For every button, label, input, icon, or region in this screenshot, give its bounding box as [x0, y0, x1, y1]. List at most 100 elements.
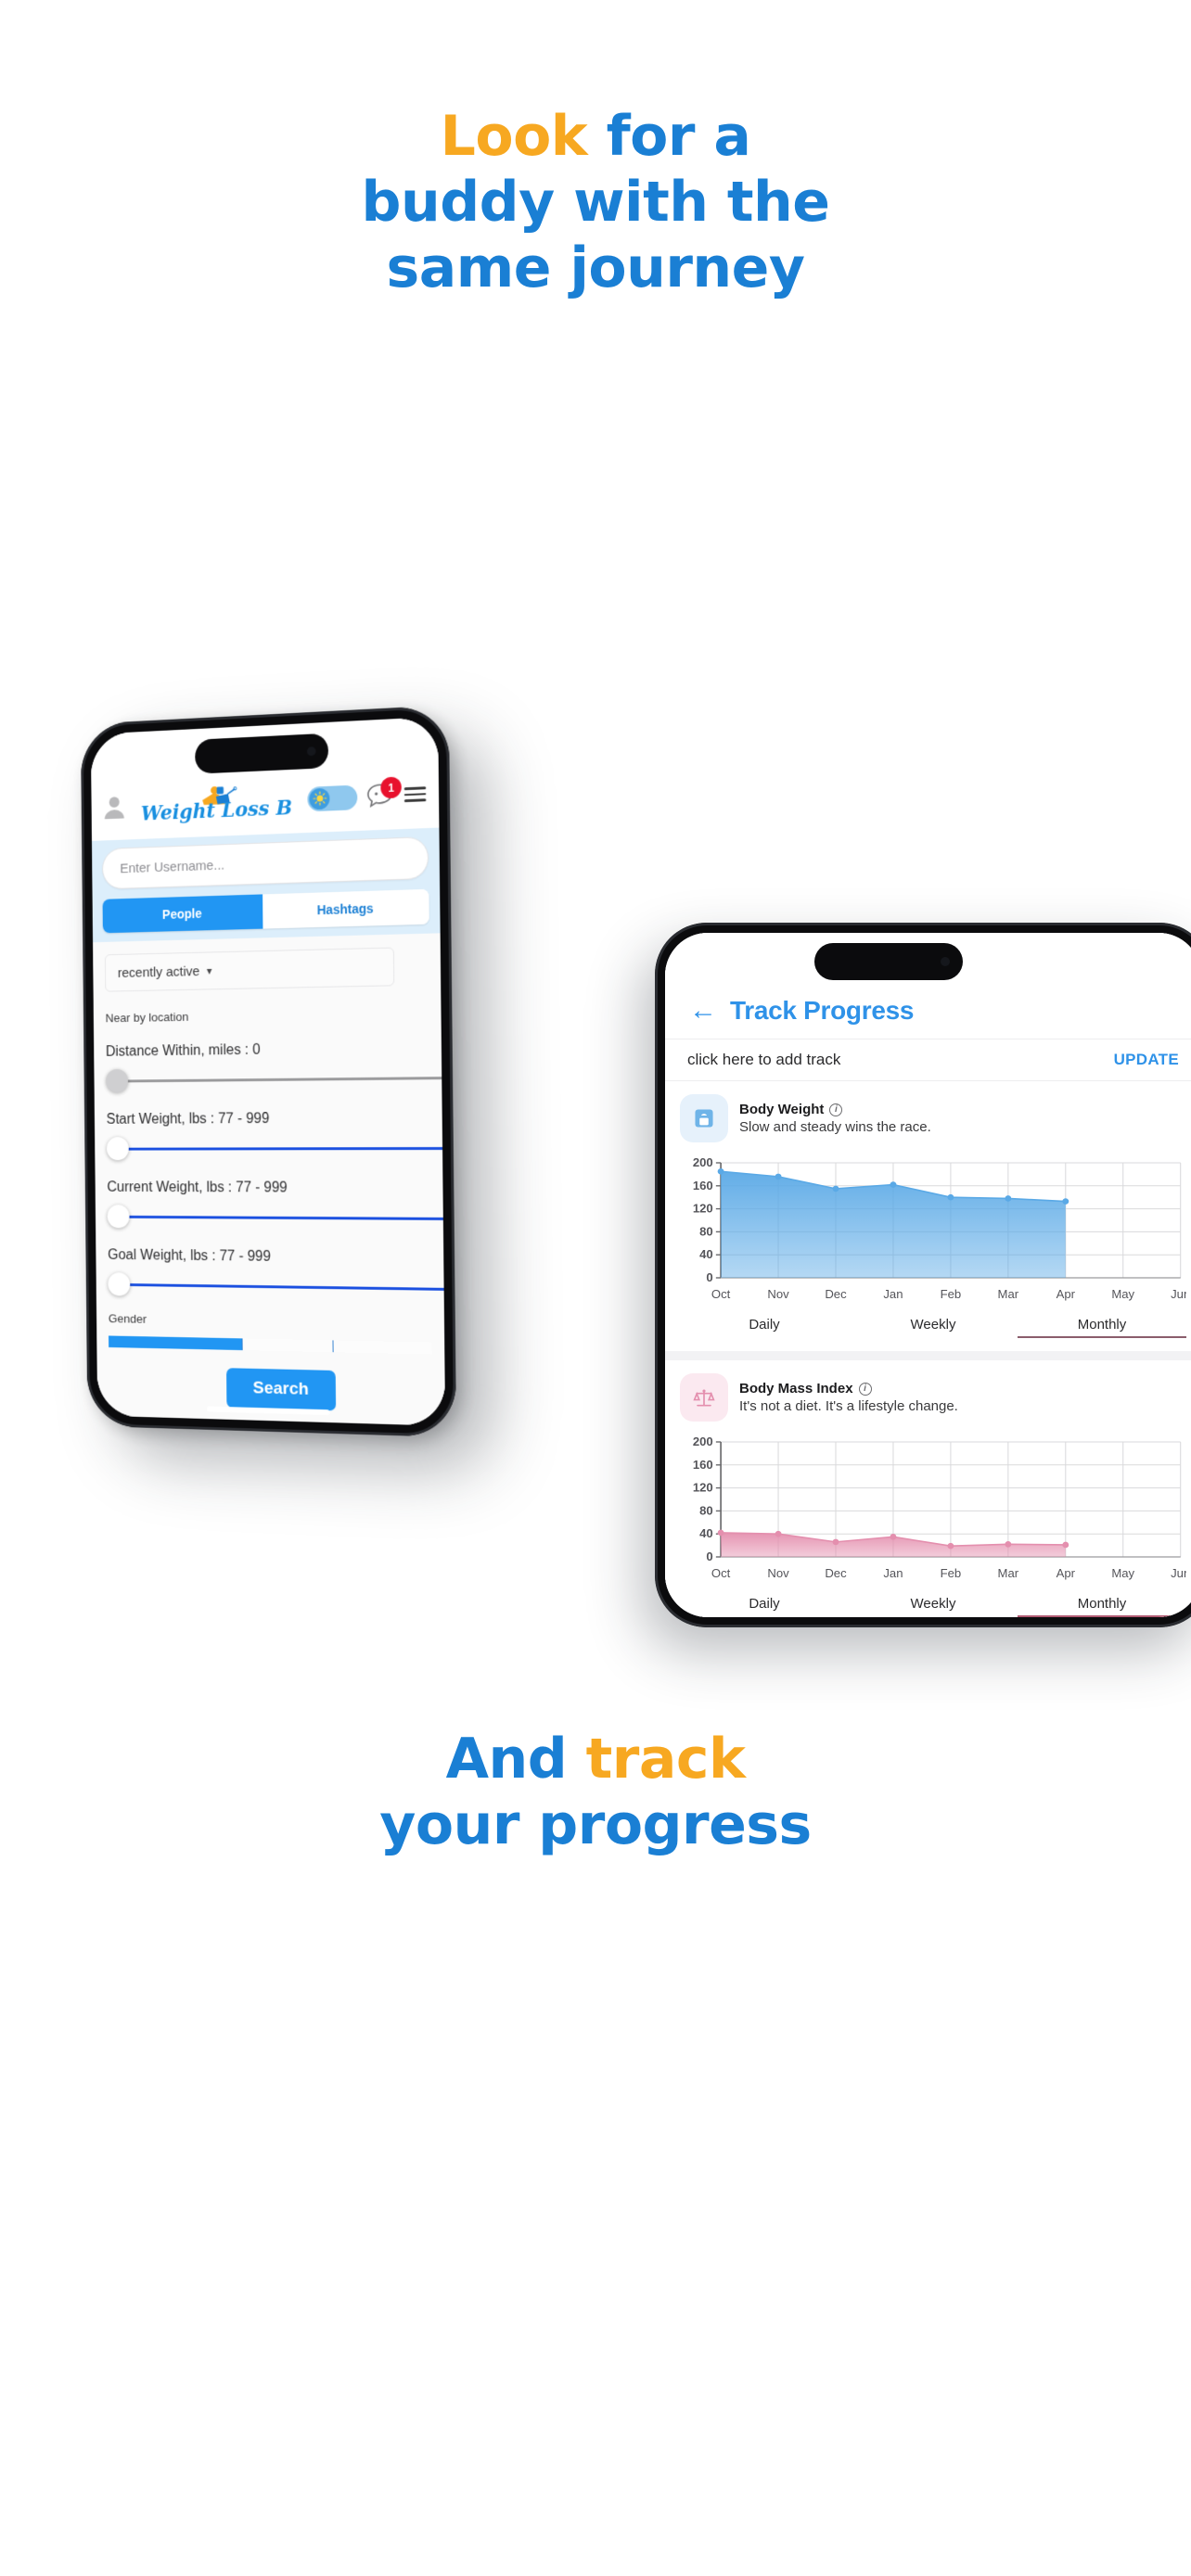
tab-daily[interactable]: Daily	[680, 1317, 849, 1338]
tab-weekly[interactable]: Weekly	[849, 1317, 1018, 1338]
headline-top: Look for a buddy with the same journey	[0, 104, 1191, 300]
card-header: Body Weight i Slow and steady wins the r…	[680, 1094, 1186, 1142]
card-title: Body Mass Index	[739, 1381, 853, 1396]
headline-top-accent: Look	[440, 104, 588, 169]
phone-side-button	[80, 874, 83, 906]
front-camera	[941, 957, 950, 966]
tab-daily[interactable]: Daily	[680, 1596, 849, 1617]
svg-text:Feb: Feb	[941, 1566, 962, 1580]
svg-text:Jun: Jun	[1171, 1287, 1186, 1301]
username-search-input[interactable]: Enter Username...	[101, 835, 429, 890]
sort-select[interactable]: recently active ▾	[104, 947, 395, 992]
svg-text:Dec: Dec	[825, 1287, 847, 1301]
svg-text:160: 160	[693, 1458, 713, 1472]
svg-text:Nov: Nov	[767, 1566, 789, 1580]
slider-thumb[interactable]	[106, 1068, 129, 1093]
svg-text:Apr: Apr	[1057, 1287, 1076, 1301]
filter-label-distance: Distance Within, miles : 0	[105, 1041, 261, 1060]
tab-hashtags[interactable]: Hashtags	[263, 888, 429, 929]
svg-text:80: 80	[699, 1504, 713, 1518]
svg-text:Apr: Apr	[1057, 1566, 1076, 1580]
svg-text:200: 200	[693, 1435, 713, 1448]
svg-text:May: May	[1111, 1566, 1134, 1580]
search-button[interactable]: Search	[226, 1368, 336, 1411]
phone-notch	[195, 733, 329, 774]
add-track-bar: click here to add track UPDATE	[665, 1039, 1191, 1081]
search-app: Weight Loss Buddy 1 Enter Username... Pe…	[90, 716, 446, 1426]
headline-bottom: And track your progress	[0, 1727, 1191, 1858]
filter-label-goal-weight: Goal Weight, lbs : 77 - 999	[108, 1247, 271, 1265]
headline-top-line2: buddy with the	[361, 169, 830, 235]
search-button-row: Search	[109, 1347, 432, 1426]
slider-thumb[interactable]	[108, 1272, 131, 1296]
tab-monthly[interactable]: Monthly	[1018, 1596, 1186, 1617]
card-subtitle: Slow and steady wins the race.	[739, 1119, 931, 1135]
track-cards-scroll[interactable]: Body Weight i Slow and steady wins the r…	[665, 1081, 1191, 1617]
svg-text:Mar: Mar	[998, 1566, 1019, 1580]
headline-top-line3: same journey	[386, 235, 805, 300]
add-track-label[interactable]: click here to add track	[687, 1051, 840, 1069]
messages-button[interactable]: 1	[366, 776, 402, 810]
front-camera	[306, 746, 316, 757]
phone-volume-down	[80, 992, 85, 1044]
card-title: Body Weight	[739, 1102, 825, 1117]
slider-track	[116, 1282, 446, 1291]
card-body-weight: Body Weight i Slow and steady wins the r…	[665, 1081, 1191, 1351]
card-body-mass-index: Body Mass Index i It's not a diet. It's …	[665, 1360, 1191, 1617]
theme-toggle[interactable]	[307, 784, 358, 811]
svg-text:Oct: Oct	[711, 1566, 731, 1580]
svg-text:40: 40	[699, 1247, 713, 1261]
page-title: Track Progress	[730, 996, 915, 1025]
svg-text:Jun: Jun	[1171, 1566, 1186, 1580]
back-arrow-icon[interactable]: ←	[689, 997, 717, 1025]
filter-label-start-weight: Start Weight, lbs : 77 - 999	[106, 1111, 270, 1128]
info-icon[interactable]: i	[829, 1103, 843, 1116]
svg-text:Oct: Oct	[711, 1287, 731, 1301]
app-header: Weight Loss Buddy 1	[90, 716, 440, 841]
headline-bottom-accent: track	[585, 1727, 746, 1792]
svg-text:May: May	[1111, 1287, 1134, 1301]
tab-monthly[interactable]: Monthly	[1018, 1317, 1186, 1338]
info-icon[interactable]: i	[858, 1382, 872, 1396]
filters-panel: recently active ▾ Near by location Dista…	[93, 933, 446, 1426]
update-button[interactable]: UPDATE	[1114, 1051, 1179, 1069]
slider-distance[interactable]	[106, 1065, 446, 1093]
slider-thumb[interactable]	[106, 1137, 129, 1161]
chevron-down-icon: ▾	[206, 964, 212, 977]
headline-bottom-rest: And	[445, 1727, 586, 1792]
svg-text:120: 120	[693, 1481, 713, 1495]
slider-track	[115, 1215, 446, 1220]
card-header: Body Mass Index i It's not a diet. It's …	[680, 1373, 1186, 1422]
slider-track	[115, 1146, 446, 1151]
svg-text:Feb: Feb	[941, 1287, 962, 1301]
svg-text:160: 160	[693, 1179, 713, 1192]
chat-badge: 1	[380, 776, 402, 799]
slider-goal-weight[interactable]	[108, 1272, 446, 1300]
bmi-chart: 0 40 80 120 160 200 Oct Nov Dec Jan Feb Mar Apr May Ju…	[680, 1431, 1186, 1587]
hamburger-menu-icon[interactable]	[403, 786, 427, 802]
svg-text:Nov: Nov	[767, 1287, 789, 1301]
slider-start-weight[interactable]	[106, 1136, 446, 1161]
bmi-range-tabs: Daily Weekly Monthly	[680, 1587, 1186, 1617]
tab-weekly[interactable]: Weekly	[849, 1596, 1018, 1617]
gender-segment[interactable]	[332, 1340, 432, 1355]
svg-text:0: 0	[706, 1549, 712, 1563]
balance-scale-icon	[680, 1373, 728, 1422]
slider-thumb[interactable]	[107, 1205, 130, 1229]
chart-svg: 0 40 80 120 160 200 Oct Nov Dec Jan Feb Mar Apr May Ju…	[693, 1155, 1186, 1301]
phone-track-screen: ← Track Progress click here to add track…	[665, 933, 1191, 1617]
tab-people[interactable]: People	[102, 894, 263, 934]
filter-label-current-weight: Current Weight, lbs : 77 - 999	[107, 1180, 288, 1196]
gender-segment[interactable]	[241, 1338, 333, 1353]
nearby-location-label: Near by location	[105, 1010, 189, 1026]
card-title-row: Body Weight i	[739, 1102, 931, 1117]
scale-icon	[680, 1094, 728, 1142]
card-title-row: Body Mass Index i	[739, 1381, 958, 1396]
body-weight-range-tabs: Daily Weekly Monthly	[680, 1307, 1186, 1344]
app-logo: Weight Loss Buddy	[135, 780, 299, 825]
phone-search-screen: Weight Loss Buddy 1 Enter Username... Pe…	[90, 716, 446, 1426]
headline-top-rest: for a	[587, 104, 751, 169]
svg-text:Mar: Mar	[998, 1287, 1019, 1301]
slider-current-weight[interactable]	[107, 1205, 446, 1231]
avatar[interactable]	[101, 793, 127, 821]
